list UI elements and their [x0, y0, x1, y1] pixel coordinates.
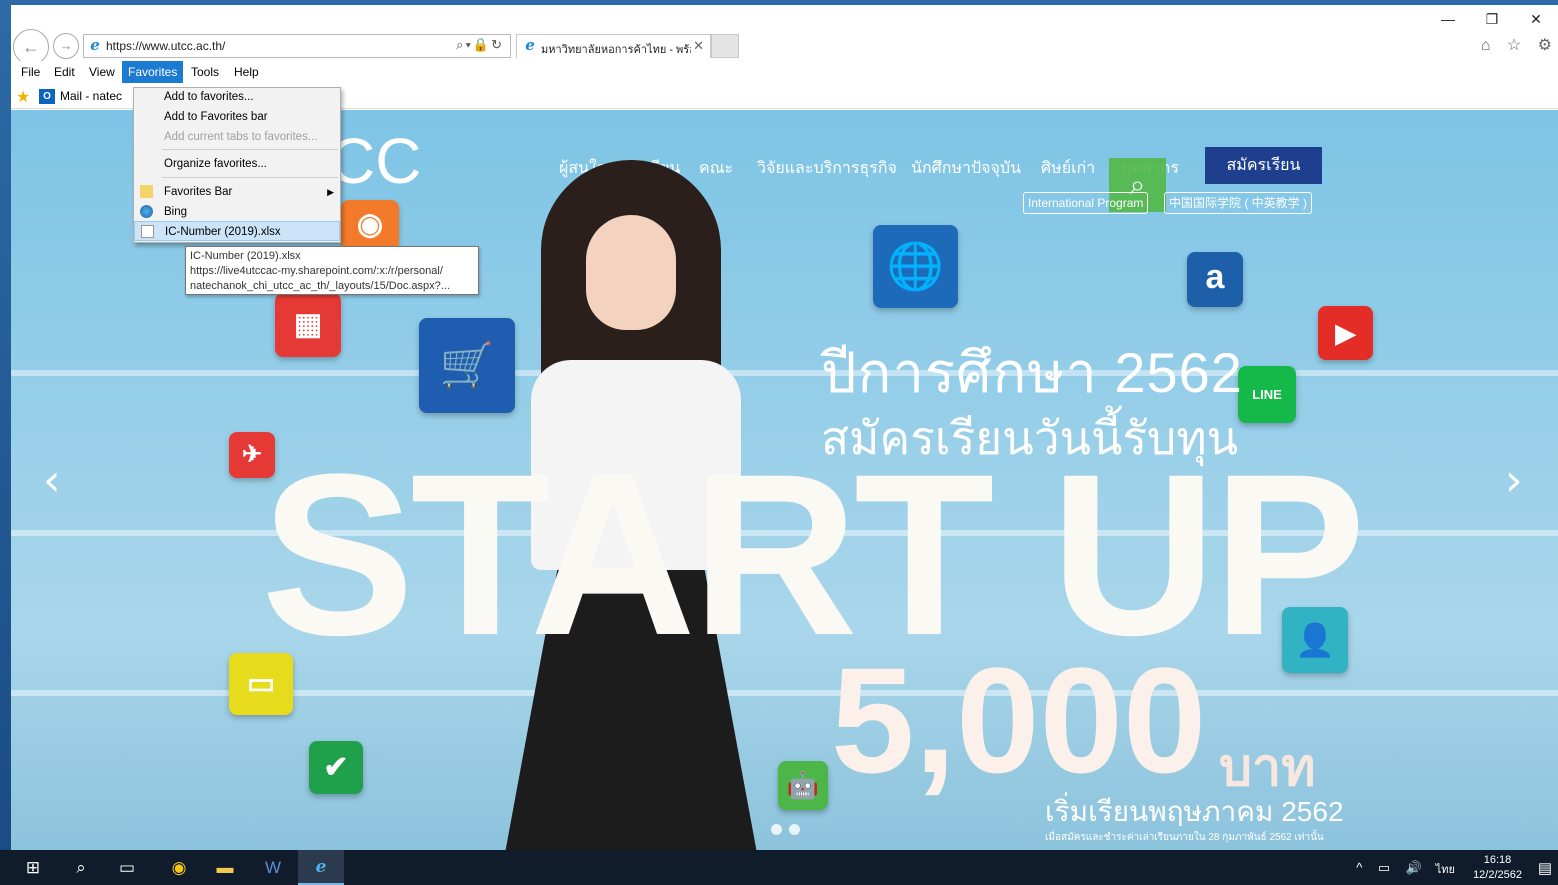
ie-logo-icon: e: [90, 36, 100, 54]
action-center-icon[interactable]: ▤: [1538, 859, 1552, 877]
address-bar[interactable]: e https://www.utcc.ac.th/ ⌕▾🔒↻: [83, 34, 511, 58]
menu-item-organize-favorites[interactable]: Organize favorites...: [134, 154, 340, 174]
new-tab-button[interactable]: [711, 34, 739, 58]
tooltip-url-line2: natechanok_chi_utcc_ac_th/_layouts/15/Do…: [190, 280, 450, 292]
calculator-icon: ▦: [275, 293, 341, 357]
menu-help[interactable]: Help: [228, 61, 265, 83]
ic-number-label: IC-Number (2019).xlsx: [165, 226, 281, 238]
search-icon[interactable]: ⌕: [58, 850, 104, 885]
clock-date: 12/2/2562: [1473, 869, 1522, 881]
menu-view[interactable]: View: [83, 61, 121, 83]
checkmark-icon: ✔: [309, 741, 363, 794]
window-controls: — ❐ ✕: [1426, 11, 1558, 31]
line-app-icon: LINE: [1238, 366, 1296, 423]
globe-icon: [140, 205, 153, 218]
utcc-logo-text[interactable]: CC: [329, 124, 421, 198]
start-date-text: เริ่มเรียนพฤษภาคม 2562: [1045, 796, 1344, 827]
international-program-button[interactable]: International Program: [1023, 192, 1149, 214]
tooltip-url-line1: https://live4utccac-my.sharepoint.com/:x…: [190, 265, 443, 277]
favorites-bar-folder-label: Favorites Bar: [164, 186, 233, 198]
system-tray-icons[interactable]: ^ ▭ 🔊: [1356, 860, 1428, 876]
fine-print: เมื่อสมัครและชำระค่าเล่าเรียนภายใน 28 กุ…: [1045, 832, 1324, 843]
menu-favorites[interactable]: Favorites: [122, 61, 184, 83]
menu-item-ic-number-file[interactable]: IC-Number (2019).xlsx: [134, 221, 340, 241]
close-button[interactable]: ✕: [1514, 11, 1558, 28]
windows-taskbar: ⊞ ⌕ ▭ ◉ ▬ W e ^ ▭ 🔊 ไทย 16:18 12/2/2562 …: [0, 850, 1558, 885]
favorites-dropdown-menu: Add to favorites... Add to Favorites bar…: [133, 87, 341, 243]
carousel-dot-1[interactable]: [771, 824, 782, 835]
taskbar-clock[interactable]: 16:18 12/2/2562: [1473, 853, 1522, 883]
favorites-star-icon[interactable]: ★: [16, 87, 30, 107]
home-favorites-settings-icons[interactable]: ⌂ ☆ ⚙: [1481, 35, 1558, 55]
file-explorer-icon[interactable]: ▬: [202, 850, 248, 885]
apply-button[interactable]: สมัครเรียน: [1205, 147, 1322, 184]
back-button[interactable]: ←: [13, 29, 49, 65]
menu-separator: [162, 177, 338, 178]
youtube-icon: ▶: [1318, 306, 1373, 360]
nav-alumni[interactable]: ศิษย์เก่า: [1041, 156, 1095, 181]
rss-icon: ◉: [341, 200, 399, 250]
tab-favicon-icon: e: [525, 36, 535, 54]
background-shelf: [11, 370, 1558, 376]
desktop: ← → e https://www.utcc.ac.th/ ⌕▾🔒↻ e มหา…: [0, 0, 1558, 885]
outlook-icon: O: [39, 89, 55, 104]
tab-title: มหาวิทยาลัยหอการค้าไทย - พร้อ...: [541, 44, 691, 56]
globe-icon: 🌐: [873, 225, 958, 308]
submenu-arrow-icon: ▶: [327, 187, 334, 197]
forward-button[interactable]: →: [53, 33, 79, 59]
internet-explorer-window: ← → e https://www.utcc.ac.th/ ⌕▾🔒↻ e มหา…: [11, 5, 1558, 850]
scholarship-amount: 5,000: [831, 636, 1207, 804]
browser-tab[interactable]: e มหาวิทยาลัยหอการค้าไทย - พร้อ... ✕: [516, 34, 711, 58]
android-icon: 🤖: [778, 761, 828, 810]
bing-label: Bing: [164, 206, 188, 218]
document-icon: [141, 225, 154, 238]
menu-bar: File Edit View Favorites Tools Help: [11, 61, 1558, 83]
word-icon[interactable]: W: [250, 850, 296, 885]
tooltip-title: IC-Number (2019).xlsx: [190, 250, 301, 262]
carousel-prev-arrow[interactable]: ‹: [43, 455, 61, 506]
menu-item-add-current-tabs: Add current tabs to favorites...: [164, 131, 318, 143]
menu-file[interactable]: File: [15, 61, 46, 83]
carousel-dot-2[interactable]: [789, 824, 800, 835]
start-button-windows-icon[interactable]: ⊞: [10, 850, 56, 885]
chrome-icon[interactable]: ◉: [156, 850, 202, 885]
menu-item-add-to-favorites[interactable]: Add to favorites...: [134, 87, 340, 107]
tab-close-icon[interactable]: ✕: [693, 38, 704, 54]
language-indicator[interactable]: ไทย: [1436, 860, 1455, 878]
title-bar: ← → e https://www.utcc.ac.th/ ⌕▾🔒↻ e มหา…: [11, 5, 1558, 65]
menu-tools[interactable]: Tools: [185, 61, 225, 83]
internet-explorer-taskbar-icon[interactable]: e: [298, 850, 344, 885]
amazon-icon: a: [1187, 252, 1243, 307]
minimize-button[interactable]: —: [1426, 11, 1470, 27]
restore-button[interactable]: ❐: [1470, 11, 1514, 28]
menu-edit[interactable]: Edit: [48, 61, 81, 83]
folder-icon: [140, 185, 153, 198]
nav-current-students[interactable]: นักศึกษาปัจจุบัน: [911, 156, 1021, 181]
address-tools-icons[interactable]: ⌕▾🔒↻: [456, 37, 504, 53]
link-tooltip: IC-Number (2019).xlsx https://live4utcca…: [185, 246, 479, 295]
menu-item-bing[interactable]: Bing: [134, 202, 340, 222]
menu-separator: [162, 149, 338, 150]
carousel-next-arrow[interactable]: ›: [1505, 455, 1523, 506]
address-url[interactable]: https://www.utcc.ac.th/: [106, 39, 225, 53]
menu-item-favorites-bar-folder[interactable]: Favorites Bar ▶: [134, 182, 340, 202]
chinese-college-button[interactable]: 中国国际学院 ( 中英教学 ): [1164, 192, 1312, 214]
clock-time: 16:18: [1483, 854, 1512, 866]
favorites-bar-mail-link[interactable]: Mail - natec: [60, 89, 122, 103]
menu-item-add-to-favorites-bar[interactable]: Add to Favorites bar: [134, 107, 340, 127]
task-view-icon[interactable]: ▭: [104, 850, 150, 885]
